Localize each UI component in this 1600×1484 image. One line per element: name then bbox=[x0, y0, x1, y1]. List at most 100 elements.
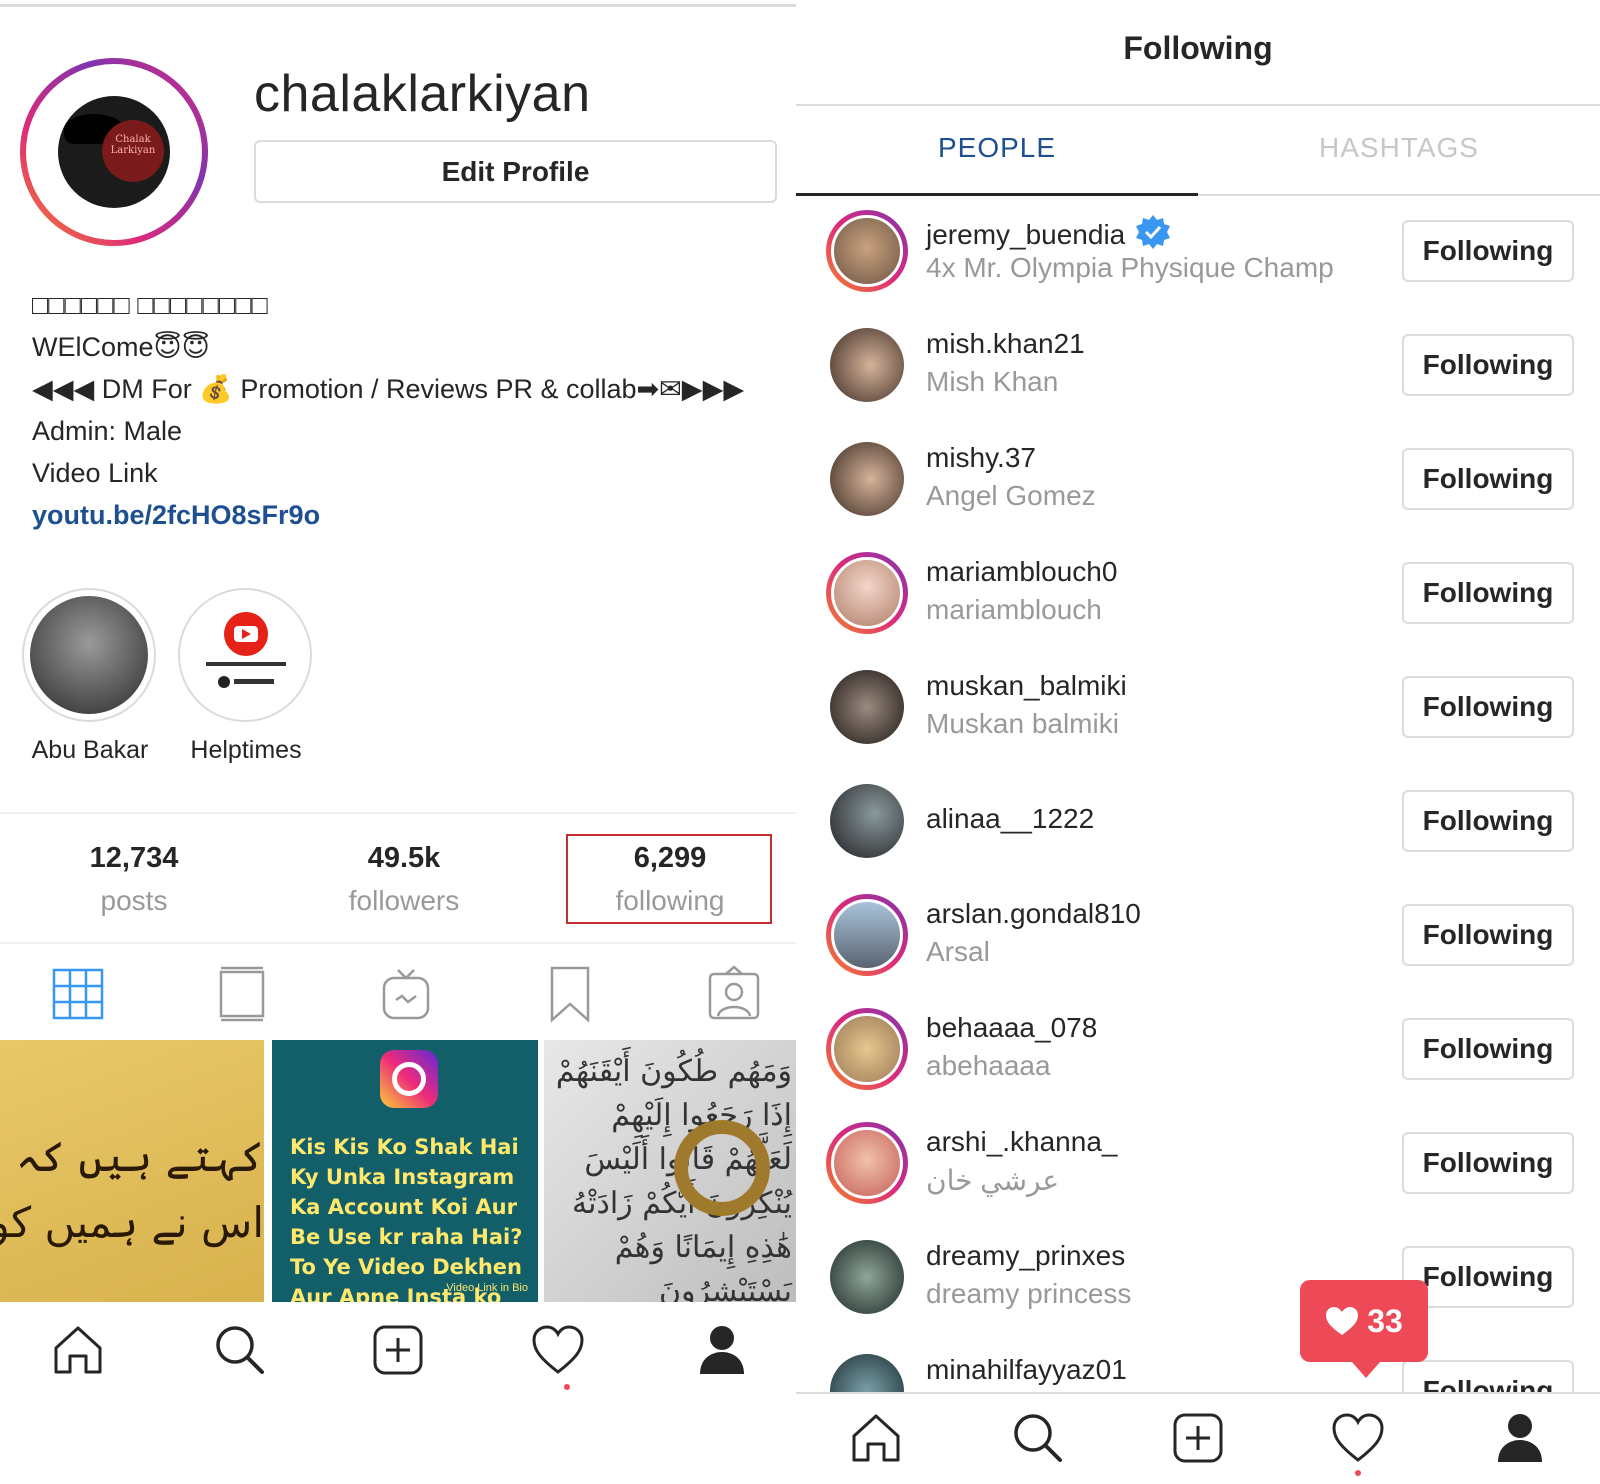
bubble-tail bbox=[1352, 1362, 1380, 1378]
home-icon[interactable] bbox=[848, 1410, 904, 1466]
profile-icon[interactable] bbox=[694, 1322, 750, 1378]
list-item[interactable]: mariamblouch0 mariamblouch Following bbox=[796, 538, 1600, 652]
avatar[interactable] bbox=[826, 1122, 908, 1204]
full-name: 4x Mr. Olympia Physique Champ bbox=[926, 252, 1334, 283]
tagged-icon[interactable] bbox=[704, 964, 764, 1024]
tab-hashtags[interactable]: HASHTAGS bbox=[1198, 132, 1600, 164]
avatar[interactable] bbox=[826, 552, 908, 634]
post-thumbnail[interactable]: کہتے ہیں کہ نفرت خراب چیز ہے اس نے ہمیں … bbox=[0, 1040, 264, 1302]
profile-avatar[interactable]: Chalak Larkiyan bbox=[20, 58, 208, 246]
username[interactable]: arshi_.khanna_ bbox=[926, 1126, 1117, 1158]
avatar-image: Chalak Larkiyan bbox=[58, 96, 170, 208]
feed-icon[interactable] bbox=[212, 964, 272, 1024]
highlight-label: Abu Bakar bbox=[31, 736, 149, 764]
following-button[interactable]: Following bbox=[1402, 904, 1574, 966]
list-item[interactable]: mishy.37 Angel Gomez Following bbox=[796, 424, 1600, 538]
add-icon[interactable] bbox=[370, 1322, 426, 1378]
page-title: Following bbox=[1123, 30, 1273, 66]
tab-people[interactable]: PEOPLE bbox=[796, 132, 1198, 164]
avatar[interactable] bbox=[826, 438, 908, 520]
following-button[interactable]: Following bbox=[1402, 334, 1574, 396]
followers-label: followers bbox=[348, 885, 460, 916]
profile-username: chalaklarkiyan bbox=[254, 65, 591, 123]
username[interactable]: alinaa__1222 bbox=[926, 803, 1094, 835]
add-icon[interactable] bbox=[1170, 1410, 1226, 1466]
saved-icon[interactable] bbox=[540, 964, 600, 1024]
full-name: Angel Gomez bbox=[926, 480, 1096, 511]
highlight-abu-bakar[interactable]: Abu Bakar bbox=[22, 588, 158, 765]
notification-dot bbox=[1355, 1470, 1361, 1476]
search-icon[interactable] bbox=[212, 1322, 268, 1378]
top-divider bbox=[0, 4, 796, 7]
avatar[interactable] bbox=[826, 210, 908, 292]
full-name: Mish Khan bbox=[926, 366, 1059, 397]
list-item[interactable]: arslan.gondal810 Arsal Following bbox=[796, 880, 1600, 994]
avatar[interactable] bbox=[826, 1236, 908, 1318]
post-thumbnail[interactable]: Kis Kis Ko Shak Hai Ky Unka Instagram Ka… bbox=[272, 1040, 538, 1302]
avatar[interactable] bbox=[826, 780, 908, 862]
username[interactable]: arslan.gondal810 bbox=[926, 898, 1141, 930]
posts-count: 12,734 bbox=[89, 842, 179, 874]
bio-line: Video Link bbox=[32, 458, 158, 488]
home-icon[interactable] bbox=[50, 1322, 106, 1378]
following-button[interactable]: Following bbox=[1402, 448, 1574, 510]
username[interactable]: mish.khan21 bbox=[926, 328, 1085, 360]
grid-icon[interactable] bbox=[48, 964, 108, 1024]
verified-badge-icon bbox=[1136, 215, 1171, 249]
following-button[interactable]: Following bbox=[1402, 220, 1574, 282]
avatar[interactable] bbox=[826, 1350, 908, 1392]
username[interactable]: jeremy_buendia bbox=[926, 219, 1125, 250]
following-button[interactable]: Following bbox=[1402, 562, 1574, 624]
avatar[interactable] bbox=[826, 894, 908, 976]
list-item[interactable]: dreamy_prinxes dreamy princess Following bbox=[796, 1222, 1600, 1336]
youtube-logo-icon bbox=[206, 612, 286, 688]
heart-filled-icon bbox=[1326, 1307, 1359, 1335]
stat-posts[interactable]: 12,734 posts bbox=[34, 842, 234, 917]
activity-notification-bubble[interactable]: 33 bbox=[1300, 1280, 1428, 1378]
following-button[interactable]: Following bbox=[1402, 1018, 1574, 1080]
stat-followers[interactable]: 49.5k followers bbox=[304, 842, 504, 917]
following-button[interactable]: Following bbox=[1402, 676, 1574, 738]
profile-bio: □□□□□□ □□□□□□□□ WElCome😇😇 ◀◀◀ DM For 💰 P… bbox=[32, 284, 792, 536]
list-item[interactable]: alinaa__1222 Following bbox=[796, 766, 1600, 880]
search-icon[interactable] bbox=[1010, 1410, 1066, 1466]
edit-profile-button[interactable]: Edit Profile bbox=[254, 140, 777, 203]
bio-link[interactable]: youtu.be/2fcHO8sFr9o bbox=[32, 494, 792, 536]
following-button[interactable]: Following bbox=[1402, 1132, 1574, 1194]
list-item[interactable]: arshi_.khanna_ عرشي خان Following bbox=[796, 1108, 1600, 1222]
highlight-cover bbox=[186, 596, 304, 714]
post-thumbnail[interactable]: وَمَهُم طُكُونَ أَيْقَنَهُمْ إِذَا رَجَع… bbox=[544, 1040, 796, 1302]
heart-icon[interactable] bbox=[530, 1322, 586, 1378]
avatar[interactable] bbox=[826, 1008, 908, 1090]
followers-count: 49.5k bbox=[367, 842, 441, 874]
username[interactable]: muskan_balmiki bbox=[926, 670, 1127, 702]
list-item[interactable]: jeremy_buendia 4x Mr. Olympia Physique C… bbox=[796, 196, 1600, 310]
following-button[interactable]: Following bbox=[1402, 790, 1574, 852]
profile-icon[interactable] bbox=[1492, 1410, 1548, 1466]
username[interactable]: minahilfayyaz01 bbox=[926, 1354, 1127, 1386]
bottom-nav bbox=[796, 1392, 1600, 1484]
heart-icon[interactable] bbox=[1330, 1410, 1386, 1466]
bottom-nav bbox=[0, 1302, 796, 1398]
notification-dot bbox=[564, 1384, 570, 1390]
username[interactable]: mariamblouch0 bbox=[926, 556, 1117, 588]
username[interactable]: dreamy_prinxes bbox=[926, 1240, 1125, 1272]
avatar[interactable] bbox=[826, 666, 908, 748]
annotation-highlight-box bbox=[566, 834, 772, 924]
posts-label: posts bbox=[100, 885, 168, 916]
highlight-helptimes[interactable]: Helptimes bbox=[178, 588, 314, 765]
following-button[interactable]: Following bbox=[1402, 1360, 1574, 1392]
full-name: dreamy princess bbox=[926, 1278, 1132, 1309]
username[interactable]: mishy.37 bbox=[926, 442, 1036, 474]
highlight-label: Helptimes bbox=[190, 736, 302, 764]
notification-count: 33 bbox=[1367, 1302, 1403, 1339]
list-item[interactable]: behaaaa_078 abehaaaa Following bbox=[796, 994, 1600, 1108]
list-item[interactable]: mish.khan21 Mish Khan Following bbox=[796, 310, 1600, 424]
avatar[interactable] bbox=[826, 324, 908, 406]
username[interactable]: behaaaa_078 bbox=[926, 1012, 1097, 1044]
full-name: عرشي خان bbox=[926, 1165, 1060, 1196]
list-item[interactable]: minahilfayyaz01 Following bbox=[796, 1336, 1600, 1392]
bio-line: Admin: Male bbox=[32, 416, 183, 446]
igtv-icon[interactable] bbox=[376, 964, 436, 1024]
list-item[interactable]: muskan_balmiki Muskan balmiki Following bbox=[796, 652, 1600, 766]
